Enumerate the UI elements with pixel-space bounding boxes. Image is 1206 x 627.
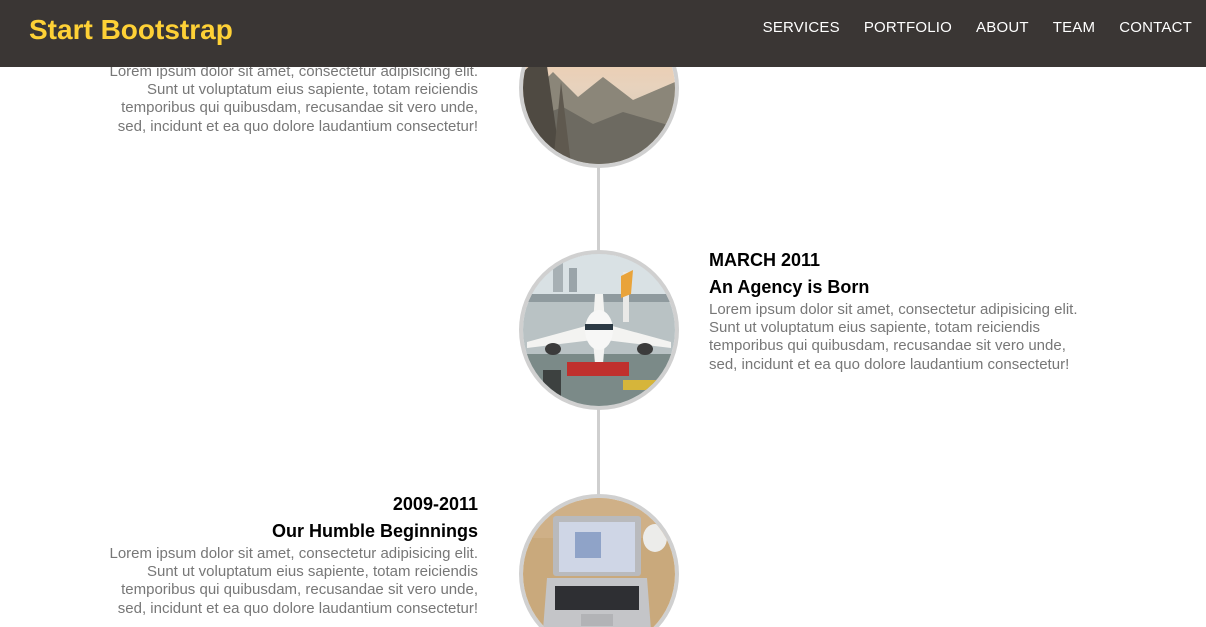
timeline-entry-2: MARCH 2011 An Agency is Born Lorem ipsum… (709, 249, 1089, 374)
laptop-photo (519, 494, 679, 627)
nav-link-about[interactable]: ABOUT (976, 18, 1029, 38)
navbar: Start Bootstrap SERVICES PORTFOLIO ABOUT… (0, 0, 1206, 67)
nav-menu: SERVICES PORTFOLIO ABOUT TEAM CONTACT (739, 18, 1192, 38)
nav-link-portfolio[interactable]: PORTFOLIO (864, 18, 952, 38)
timeline-entry-title: Our Humble Beginnings (271, 521, 478, 541)
timeline-entry-date: 2009-2011 (392, 494, 478, 514)
nav-link-services[interactable]: SERVICES (763, 18, 840, 38)
timeline-entry-title: An Agency is Born (709, 277, 870, 297)
airplane-photo (519, 250, 679, 410)
timeline-entry-date: MARCH 2011 (709, 250, 821, 270)
timeline-entry-body: Lorem ipsum dolor sit amet, consectetur … (709, 301, 1078, 373)
timeline-entry-1: Lorem ipsum dolor sit amet, consectetur … (90, 60, 479, 136)
page: Lorem ipsum dolor sit amet, consectetur … (0, 0, 1206, 627)
nav-link-contact[interactable]: CONTACT (1119, 18, 1192, 38)
timeline-entry-body: Lorem ipsum dolor sit amet, consectetur … (109, 63, 479, 135)
timeline-entry-3: 2009-2011 Our Humble Beginnings Lorem ip… (90, 493, 479, 618)
nav-link-team[interactable]: TEAM (1053, 18, 1095, 38)
timeline-entry-body: Lorem ipsum dolor sit amet, consectetur … (109, 545, 479, 617)
brand-logo-link[interactable]: Start Bootstrap (29, 13, 233, 47)
